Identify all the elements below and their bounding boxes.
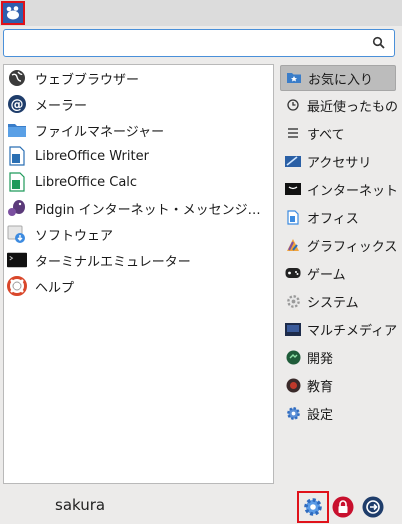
category-label: 最近使ったもの [307,99,399,115]
category-label: インターネット [307,183,399,199]
logout-button[interactable] [360,494,386,520]
category-all[interactable]: すべて [280,121,396,145]
app-label: LibreOffice Writer [35,148,149,164]
list-item-pidgin[interactable]: Pidgin インターネット・メッセンジ… [7,196,271,220]
application-list: ウェブブラウザー @ メーラー ファイルマネージャー LibreOffice W… [3,64,274,484]
lock-screen-button[interactable] [330,494,356,520]
category-multimedia[interactable]: マルチメディア [280,317,398,341]
system-gear-icon [285,293,301,309]
category-office[interactable]: オフィス [280,205,396,229]
search-input[interactable] [10,34,374,54]
category-label: アクセサリ [307,155,372,171]
category-recent[interactable]: 最近使ったもの [280,93,399,117]
gamepad-icon [285,265,301,281]
favorites-folder-icon [286,70,302,86]
internet-icon [285,181,301,197]
category-list: お気に入り 最近使ったもの すべて アクセサリ インターネット オフィス グラフ… [278,64,398,484]
app-label: ヘルプ [35,280,75,296]
category-internet[interactable]: インターネット [280,177,399,201]
office-icon [285,209,301,225]
category-favorites[interactable]: お気に入り [280,65,396,91]
category-development[interactable]: 開発 [280,345,396,369]
category-label: システム [307,295,359,311]
list-item-terminal[interactable]: ターミナルエミュレーター [7,248,271,272]
clock-icon [285,97,301,113]
mail-at-icon: @ [7,94,27,114]
category-label: マルチメディア [307,323,398,339]
lock-icon [332,496,354,518]
category-label: ゲーム [307,267,346,283]
list-item-mailer[interactable]: @ メーラー [7,92,271,116]
svg-text:@: @ [11,98,24,113]
globe-icon [7,68,27,88]
list-item-software[interactable]: ソフトウェア [7,222,271,246]
category-settings[interactable]: 設定 [280,401,396,425]
graphics-icon [285,237,301,253]
app-label: LibreOffice Calc [35,174,138,190]
writer-icon [7,146,27,166]
multimedia-icon [285,321,301,337]
list-item-libreoffice-writer[interactable]: LibreOffice Writer [7,144,271,168]
terminal-icon [7,250,27,270]
development-icon [285,349,301,365]
search-icon [372,36,385,49]
app-label: Pidgin インターネット・メッセンジ… [35,202,261,218]
category-label: 教育 [307,379,334,395]
category-graphics[interactable]: グラフィックス [280,233,398,257]
list-item-web-browser[interactable]: ウェブブラウザー [7,66,271,90]
app-label: ファイルマネージャー [35,124,165,140]
search-field[interactable] [3,29,395,57]
logout-icon [362,496,384,518]
settings-gear-icon [304,498,322,516]
category-label: オフィス [307,211,359,227]
category-label: 設定 [307,407,334,423]
software-icon [7,224,27,244]
app-label: ターミナルエミュレーター [35,254,191,270]
folder-icon [7,120,27,140]
category-games[interactable]: ゲーム [280,261,396,285]
category-system[interactable]: システム [280,289,396,313]
menu-launcher-button[interactable] [1,1,25,25]
app-label: ウェブブラウザー [35,72,140,88]
accessories-icon [285,153,301,169]
settings-button[interactable] [297,491,329,523]
category-accessories[interactable]: アクセサリ [280,149,396,173]
category-education[interactable]: 教育 [280,373,396,397]
app-label: ソフトウェア [35,228,114,244]
top-panel [0,0,402,26]
category-label: 開発 [307,351,334,367]
category-label: すべて [307,127,345,143]
pidgin-icon [7,198,27,218]
username-label: sakura [55,496,106,514]
list-item-libreoffice-calc[interactable]: LibreOffice Calc [7,170,271,194]
list-item-file-manager[interactable]: ファイルマネージャー [7,118,271,142]
list-item-help[interactable]: ヘルプ [7,274,271,298]
app-label: メーラー [35,98,88,114]
whisker-mouse-icon [6,6,19,20]
help-lifebuoy-icon [7,276,27,296]
calc-icon [7,172,27,192]
settings-icon [285,405,301,421]
category-label: グラフィックス [307,239,398,255]
category-label: お気に入り [308,72,374,88]
list-icon [285,125,301,141]
education-icon [285,377,301,393]
